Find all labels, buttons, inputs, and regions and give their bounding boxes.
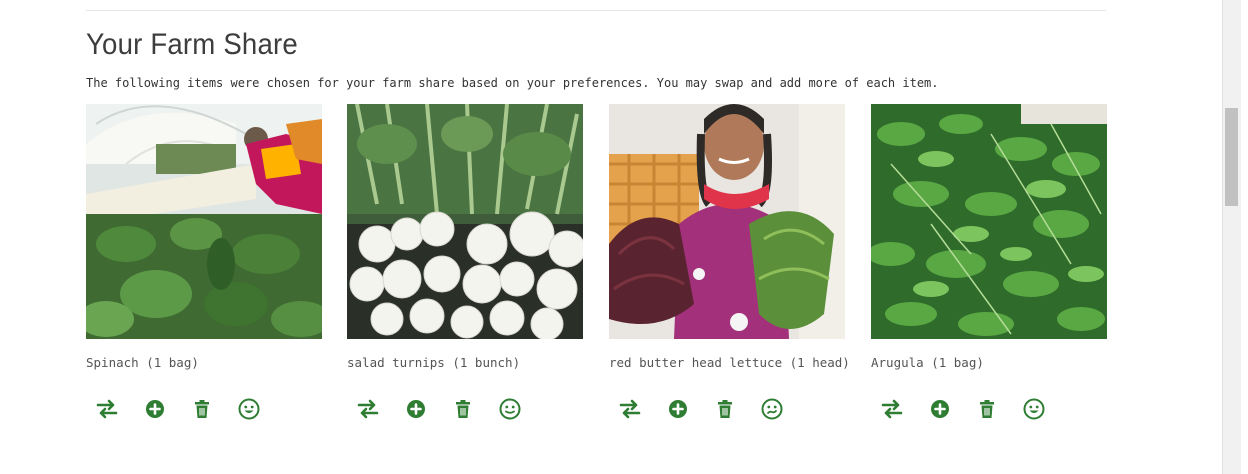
trash-icon[interactable] — [189, 396, 215, 422]
item-actions — [347, 396, 583, 424]
add-circle-icon[interactable] — [665, 396, 691, 422]
add-circle-icon[interactable] — [142, 396, 168, 422]
share-item-card: red butter head lettuce (1 head) — [609, 104, 850, 434]
item-actions — [86, 396, 322, 424]
trash-icon[interactable] — [450, 396, 476, 422]
item-actions — [609, 396, 845, 424]
page-title: Your Farm Share — [86, 28, 298, 61]
share-item-card: salad turnips (1 bunch) — [347, 104, 583, 434]
share-item-card: Arugula (1 bag) — [871, 104, 1107, 434]
top-divider — [86, 10, 1106, 11]
swap-icon[interactable] — [879, 396, 905, 422]
trash-icon[interactable] — [712, 396, 738, 422]
item-actions — [871, 396, 1107, 424]
intro-text: The following items were chosen for your… — [86, 76, 939, 90]
scrollbar-thumb[interactable] — [1225, 108, 1238, 206]
item-label: Spinach (1 bag) — [86, 355, 199, 370]
swap-icon[interactable] — [355, 396, 381, 422]
item-label: Arugula (1 bag) — [871, 355, 984, 370]
swap-icon[interactable] — [617, 396, 643, 422]
swap-icon[interactable] — [94, 396, 120, 422]
add-circle-icon[interactable] — [403, 396, 429, 422]
turnips-photo — [347, 104, 583, 339]
happy-face-icon[interactable] — [236, 396, 262, 422]
happy-face-icon[interactable] — [1021, 396, 1047, 422]
item-label: red butter head lettuce (1 head) — [609, 355, 850, 370]
item-label: salad turnips (1 bunch) — [347, 355, 521, 370]
spinach-photo — [86, 104, 322, 339]
share-item-card: Spinach (1 bag) — [86, 104, 322, 434]
neutral-face-icon[interactable] — [497, 396, 523, 422]
add-circle-icon[interactable] — [927, 396, 953, 422]
vertical-scrollbar[interactable] — [1222, 0, 1241, 474]
trash-icon[interactable] — [974, 396, 1000, 422]
lettuce-photo — [609, 104, 845, 339]
arugula-photo — [871, 104, 1107, 339]
unsure-face-icon[interactable] — [759, 396, 785, 422]
